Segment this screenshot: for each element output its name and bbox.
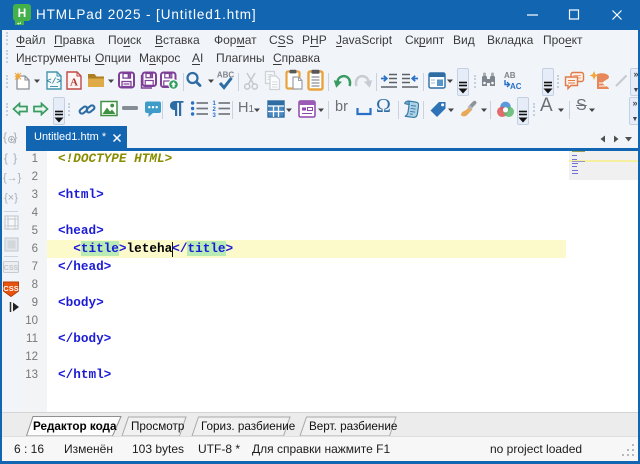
svg-text:↵: ↵ — [17, 22, 22, 27]
svg-text:H: H — [18, 6, 27, 20]
svg-text:A: A — [70, 77, 78, 89]
svg-text:AC: AC — [510, 82, 521, 91]
svg-text:CSS: CSS — [4, 265, 19, 272]
svg-text:AB: AB — [504, 71, 516, 80]
svg-text:</>: </> — [47, 78, 62, 87]
svg-text:3: 3 — [213, 113, 217, 117]
svg-text:CSS: CSS — [3, 284, 18, 293]
